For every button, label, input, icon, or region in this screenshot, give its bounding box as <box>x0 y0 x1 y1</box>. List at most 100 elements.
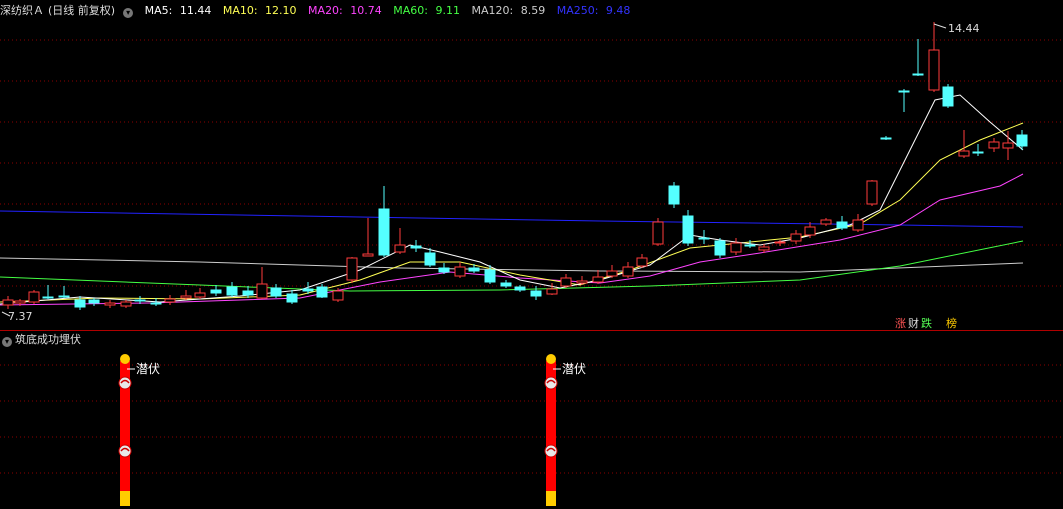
ma10-line <box>0 122 1024 303</box>
candle-body <box>226 286 238 296</box>
candle-body <box>302 288 314 292</box>
candle-body <box>164 298 176 303</box>
candle-body <box>256 283 268 299</box>
signal-column: 潜伏 <box>544 354 586 506</box>
candle-body <box>958 150 970 157</box>
candle <box>180 290 192 300</box>
candle-body <box>972 151 984 154</box>
candle-body <box>530 290 542 297</box>
candle-body <box>316 286 328 298</box>
candle-body <box>88 299 100 304</box>
candle <box>652 218 664 246</box>
candle <box>668 182 680 208</box>
candle <box>852 214 864 232</box>
candle <box>74 296 86 310</box>
candlestick-chart[interactable]: 14.44 7.37 <box>0 0 1063 331</box>
candle-body <box>912 73 924 76</box>
candle <box>286 290 298 304</box>
signal-marker-icon <box>544 444 558 458</box>
signal-column: 潜伏 <box>118 354 160 506</box>
low-price-label: 7.37 <box>8 310 33 323</box>
signal-label: 潜伏 <box>136 362 160 376</box>
candle-body <box>730 242 742 253</box>
candle-body <box>468 267 480 272</box>
candle <box>2 296 14 309</box>
ma5-label: MA5: 11.44 <box>144 4 212 17</box>
ma-legend: 深纺织Ａ (日线 前复权) ▾ MA5: 11.44 MA10: 12.10 MA2… <box>0 4 638 18</box>
period-label: (日线 前复权) <box>48 4 116 17</box>
candle-body <box>346 257 358 281</box>
ma120-label: MA120: 8.59 <box>471 4 546 17</box>
candle-body <box>636 257 648 267</box>
candle <box>1002 131 1014 160</box>
candle-body <box>790 233 802 242</box>
candle <box>28 290 40 304</box>
price-chart-panel[interactable]: 14.44 7.37 <box>0 0 1063 331</box>
candle-body <box>758 246 770 251</box>
candle <box>316 284 328 298</box>
badge-rank[interactable]: 榜 <box>945 317 958 330</box>
ma10-label: MA10: 12.10 <box>222 4 297 17</box>
candle-body <box>362 253 374 257</box>
candle <box>242 286 254 298</box>
candle-body <box>58 295 70 298</box>
candle-body <box>74 299 86 308</box>
candle <box>622 262 634 278</box>
indicator-chart[interactable]: 潜伏 潜伏 <box>0 331 1063 506</box>
candle <box>866 180 878 206</box>
indicator-panel[interactable]: 潜伏 潜伏 <box>0 331 1063 506</box>
candle-body <box>410 245 422 249</box>
candle <box>820 218 832 226</box>
candle-body <box>454 266 466 277</box>
candle-body <box>28 291 40 303</box>
candle-body <box>500 282 512 287</box>
candle-body <box>1002 142 1014 149</box>
badge-rise[interactable]: 涨 <box>894 317 907 330</box>
signal-base <box>120 491 130 506</box>
candle <box>104 300 116 308</box>
candle-body <box>242 290 254 296</box>
badge-finance[interactable]: 财 <box>907 317 920 330</box>
candle-body <box>852 219 864 231</box>
ma60-label: MA60: 9.11 <box>393 4 460 17</box>
candle-body <box>714 240 726 256</box>
candle <box>362 218 374 257</box>
candle-body <box>332 290 344 301</box>
candle-body <box>744 244 756 247</box>
candle-body <box>774 241 786 244</box>
candle-body <box>606 270 618 277</box>
signal-base <box>546 491 556 506</box>
candle <box>560 274 572 288</box>
stock-title[interactable]: 深纺织Ａ (日线 前复权) ▾ <box>0 4 141 18</box>
candle-body <box>270 287 282 297</box>
candle <box>378 186 390 257</box>
candle-body <box>438 267 450 273</box>
candle-body <box>820 219 832 225</box>
candle-body <box>104 302 116 306</box>
candle-body <box>928 49 940 91</box>
dropdown-icon[interactable]: ▾ <box>123 8 134 18</box>
badge-fall[interactable]: 跌 <box>920 317 933 330</box>
candle <box>454 262 466 278</box>
candle-body <box>484 269 496 283</box>
candle-body <box>394 244 406 253</box>
candle-body <box>698 237 710 240</box>
candle <box>546 283 558 295</box>
candle-body <box>668 185 680 205</box>
candle-body <box>652 221 664 245</box>
candle <box>88 298 100 306</box>
candle-body <box>150 302 162 305</box>
candle <box>226 282 238 297</box>
candle <box>42 285 54 299</box>
signal-dot <box>120 354 130 364</box>
candle <box>120 300 132 308</box>
candle <box>972 144 984 156</box>
candle-body <box>576 280 588 284</box>
candle <box>682 210 694 246</box>
candle <box>592 270 604 284</box>
badge-group: 涨财跌榜 <box>894 317 958 330</box>
candle <box>790 230 802 244</box>
candle <box>958 130 970 158</box>
candle-body <box>1016 134 1028 147</box>
candle <box>438 263 450 274</box>
